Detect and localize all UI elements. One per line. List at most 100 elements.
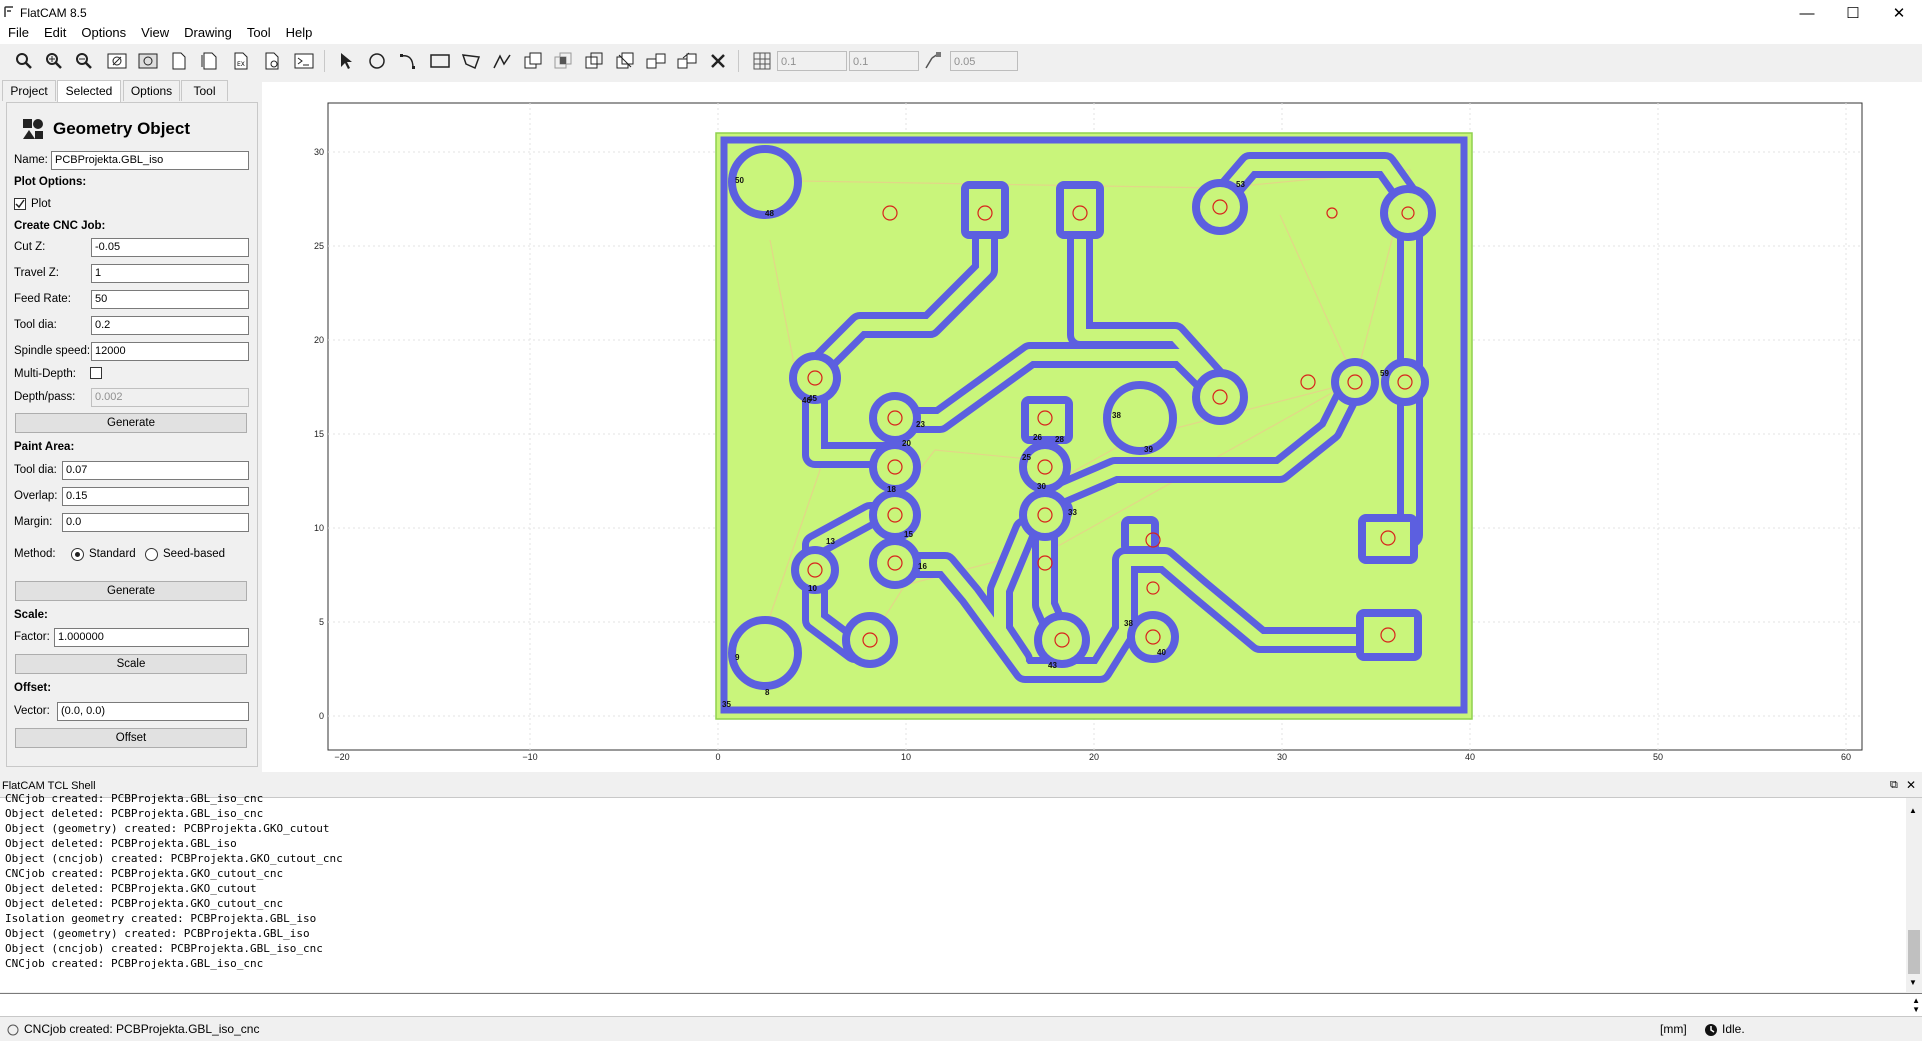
travel-z-field[interactable]: 1: [91, 264, 249, 283]
paint-tool-dia-label: Tool dia:: [14, 464, 57, 476]
shell-scrollbar[interactable]: ▲ ▼: [1906, 798, 1922, 992]
hole-label: 20: [902, 439, 911, 448]
method-label: Method:: [14, 548, 56, 560]
shell-line: Object deleted: PCBProjekta.GKO_cutout_c…: [5, 897, 284, 910]
select-icon[interactable]: [335, 50, 357, 72]
grid-y-input[interactable]: 0.1: [849, 51, 919, 71]
plot-checkbox-label: Plot: [31, 198, 51, 210]
close-shell-icon[interactable]: ✕: [1906, 778, 1916, 792]
clear-plot-icon[interactable]: [106, 50, 128, 72]
menu-tool[interactable]: Tool: [239, 22, 278, 40]
y-tick-label: 15: [314, 429, 324, 439]
offset-heading: Offset:: [14, 682, 52, 694]
menu-options[interactable]: Options: [73, 22, 133, 40]
hole-label: 48: [765, 209, 774, 218]
multi-depth-checkbox[interactable]: [90, 367, 102, 379]
spin-arrows-icon[interactable]: ▲ ▼: [1912, 996, 1920, 1014]
feed-rate-field[interactable]: 50: [91, 290, 249, 309]
plot-checkbox[interactable]: [14, 198, 26, 210]
grid-snap-icon[interactable]: [751, 50, 773, 72]
polygon-icon[interactable]: [460, 50, 482, 72]
y-tick-label: 20: [314, 335, 324, 345]
name-label: Name:: [14, 154, 48, 166]
tab-tool[interactable]: Tool: [181, 80, 228, 101]
arc-icon[interactable]: [397, 50, 419, 72]
hole-label: 8: [765, 688, 770, 697]
open-gerber-icon[interactable]: [198, 50, 220, 72]
pcb-plot: −20 −10 0 10 20 30 40 50 60 0 5 10 15 20…: [314, 102, 1863, 762]
hole-label: 38: [1112, 411, 1121, 420]
x-tick-label: 40: [1465, 752, 1475, 762]
union-icon[interactable]: [522, 50, 544, 72]
rectangle-icon[interactable]: [429, 50, 451, 72]
name-field[interactable]: PCBProjekta.GBL_iso: [51, 151, 249, 170]
menu-help[interactable]: Help: [278, 22, 320, 40]
generate-cnc-button[interactable]: Generate: [15, 413, 247, 433]
zoom-in-icon[interactable]: [43, 50, 65, 72]
method-seed-radio[interactable]: [145, 548, 158, 561]
cut-z-field[interactable]: -0.05: [91, 238, 249, 257]
plot-canvas[interactable]: −20 −10 0 10 20 30 40 50 60 0 5 10 15 20…: [262, 82, 1922, 772]
tool-dia-label: Tool dia:: [14, 319, 57, 331]
paint-tool-dia-field[interactable]: 0.07: [62, 461, 249, 480]
tab-options[interactable]: Options: [123, 80, 180, 101]
toolbar: EX 0.1 0.1 0.05: [0, 46, 1922, 76]
path-icon[interactable]: [491, 50, 513, 72]
zoom-fit-icon[interactable]: [13, 50, 35, 72]
status-message: CNCjob created: PCBProjekta.GBL_iso_cnc: [24, 1022, 260, 1036]
method-standard-label: Standard: [89, 548, 136, 560]
method-standard-radio[interactable]: [71, 548, 84, 561]
panel-title: Geometry Object: [53, 119, 190, 138]
menu-bar: File Edit Options View Drawing Tool Help: [0, 22, 1922, 44]
hole-label: 43: [1048, 661, 1057, 670]
subtract-icon[interactable]: [583, 50, 605, 72]
tab-selected[interactable]: Selected: [57, 80, 121, 103]
offset-button[interactable]: Offset: [15, 728, 247, 748]
generate-paint-button[interactable]: Generate: [15, 581, 247, 601]
shell-output[interactable]: CNCjob created: PCBProjekta.GBL_iso_cnc …: [0, 792, 1922, 992]
menu-file[interactable]: File: [0, 22, 36, 40]
vector-field[interactable]: (0.0, 0.0): [57, 702, 249, 721]
replot-icon[interactable]: [137, 50, 159, 72]
move-icon[interactable]: [645, 50, 667, 72]
y-tick-label: 25: [314, 241, 324, 251]
menu-drawing[interactable]: Drawing: [176, 22, 239, 40]
shell-line: CNCjob created: PCBProjekta.GKO_cutout_c…: [5, 867, 284, 880]
menu-edit[interactable]: Edit: [36, 22, 73, 40]
tab-project[interactable]: Project: [2, 80, 56, 101]
shell-command-input[interactable]: ▲ ▼: [0, 993, 1922, 1017]
overlap-field[interactable]: 0.15: [62, 487, 249, 506]
x-tick-label: 0: [715, 752, 720, 762]
hole-label: 46: [802, 396, 811, 405]
depth-pass-field[interactable]: 0.002: [91, 388, 249, 407]
delete-icon[interactable]: [707, 50, 729, 72]
snap-max-input[interactable]: 0.05: [950, 51, 1018, 71]
shell-icon[interactable]: [293, 50, 315, 72]
circle-icon[interactable]: [366, 50, 388, 72]
spindle-speed-field[interactable]: 12000: [91, 342, 249, 361]
open-gcode-icon[interactable]: [262, 50, 284, 72]
margin-field[interactable]: 0.0: [62, 513, 249, 532]
hole-label: 39: [1144, 445, 1153, 454]
units-indicator: [mm]: [1660, 1022, 1687, 1036]
scale-button[interactable]: Scale: [15, 654, 247, 674]
hole-label: 25: [1022, 453, 1031, 462]
menu-view[interactable]: View: [133, 22, 176, 40]
copy-icon[interactable]: [676, 50, 698, 72]
cut-path-icon[interactable]: [614, 50, 636, 72]
tool-dia-field[interactable]: 0.2: [91, 316, 249, 335]
intersection-icon[interactable]: [552, 50, 574, 72]
shell-line: Object deleted: PCBProjekta.GKO_cutout: [5, 882, 257, 895]
status-info-icon: [7, 1024, 19, 1036]
plot-options-heading: Plot Options:: [14, 176, 87, 188]
open-excellon-icon[interactable]: EX: [230, 50, 252, 72]
snap-max-icon[interactable]: [922, 50, 944, 72]
new-geometry-icon[interactable]: [168, 50, 190, 72]
factor-field[interactable]: 1.000000: [54, 628, 249, 647]
y-tick-label: 30: [314, 147, 324, 157]
shell-title: FlatCAM TCL Shell: [2, 780, 96, 792]
hole-label: 10: [808, 584, 817, 593]
undock-icon[interactable]: ⧉: [1890, 779, 1898, 792]
zoom-out-icon[interactable]: [73, 50, 95, 72]
grid-x-input[interactable]: 0.1: [777, 51, 847, 71]
